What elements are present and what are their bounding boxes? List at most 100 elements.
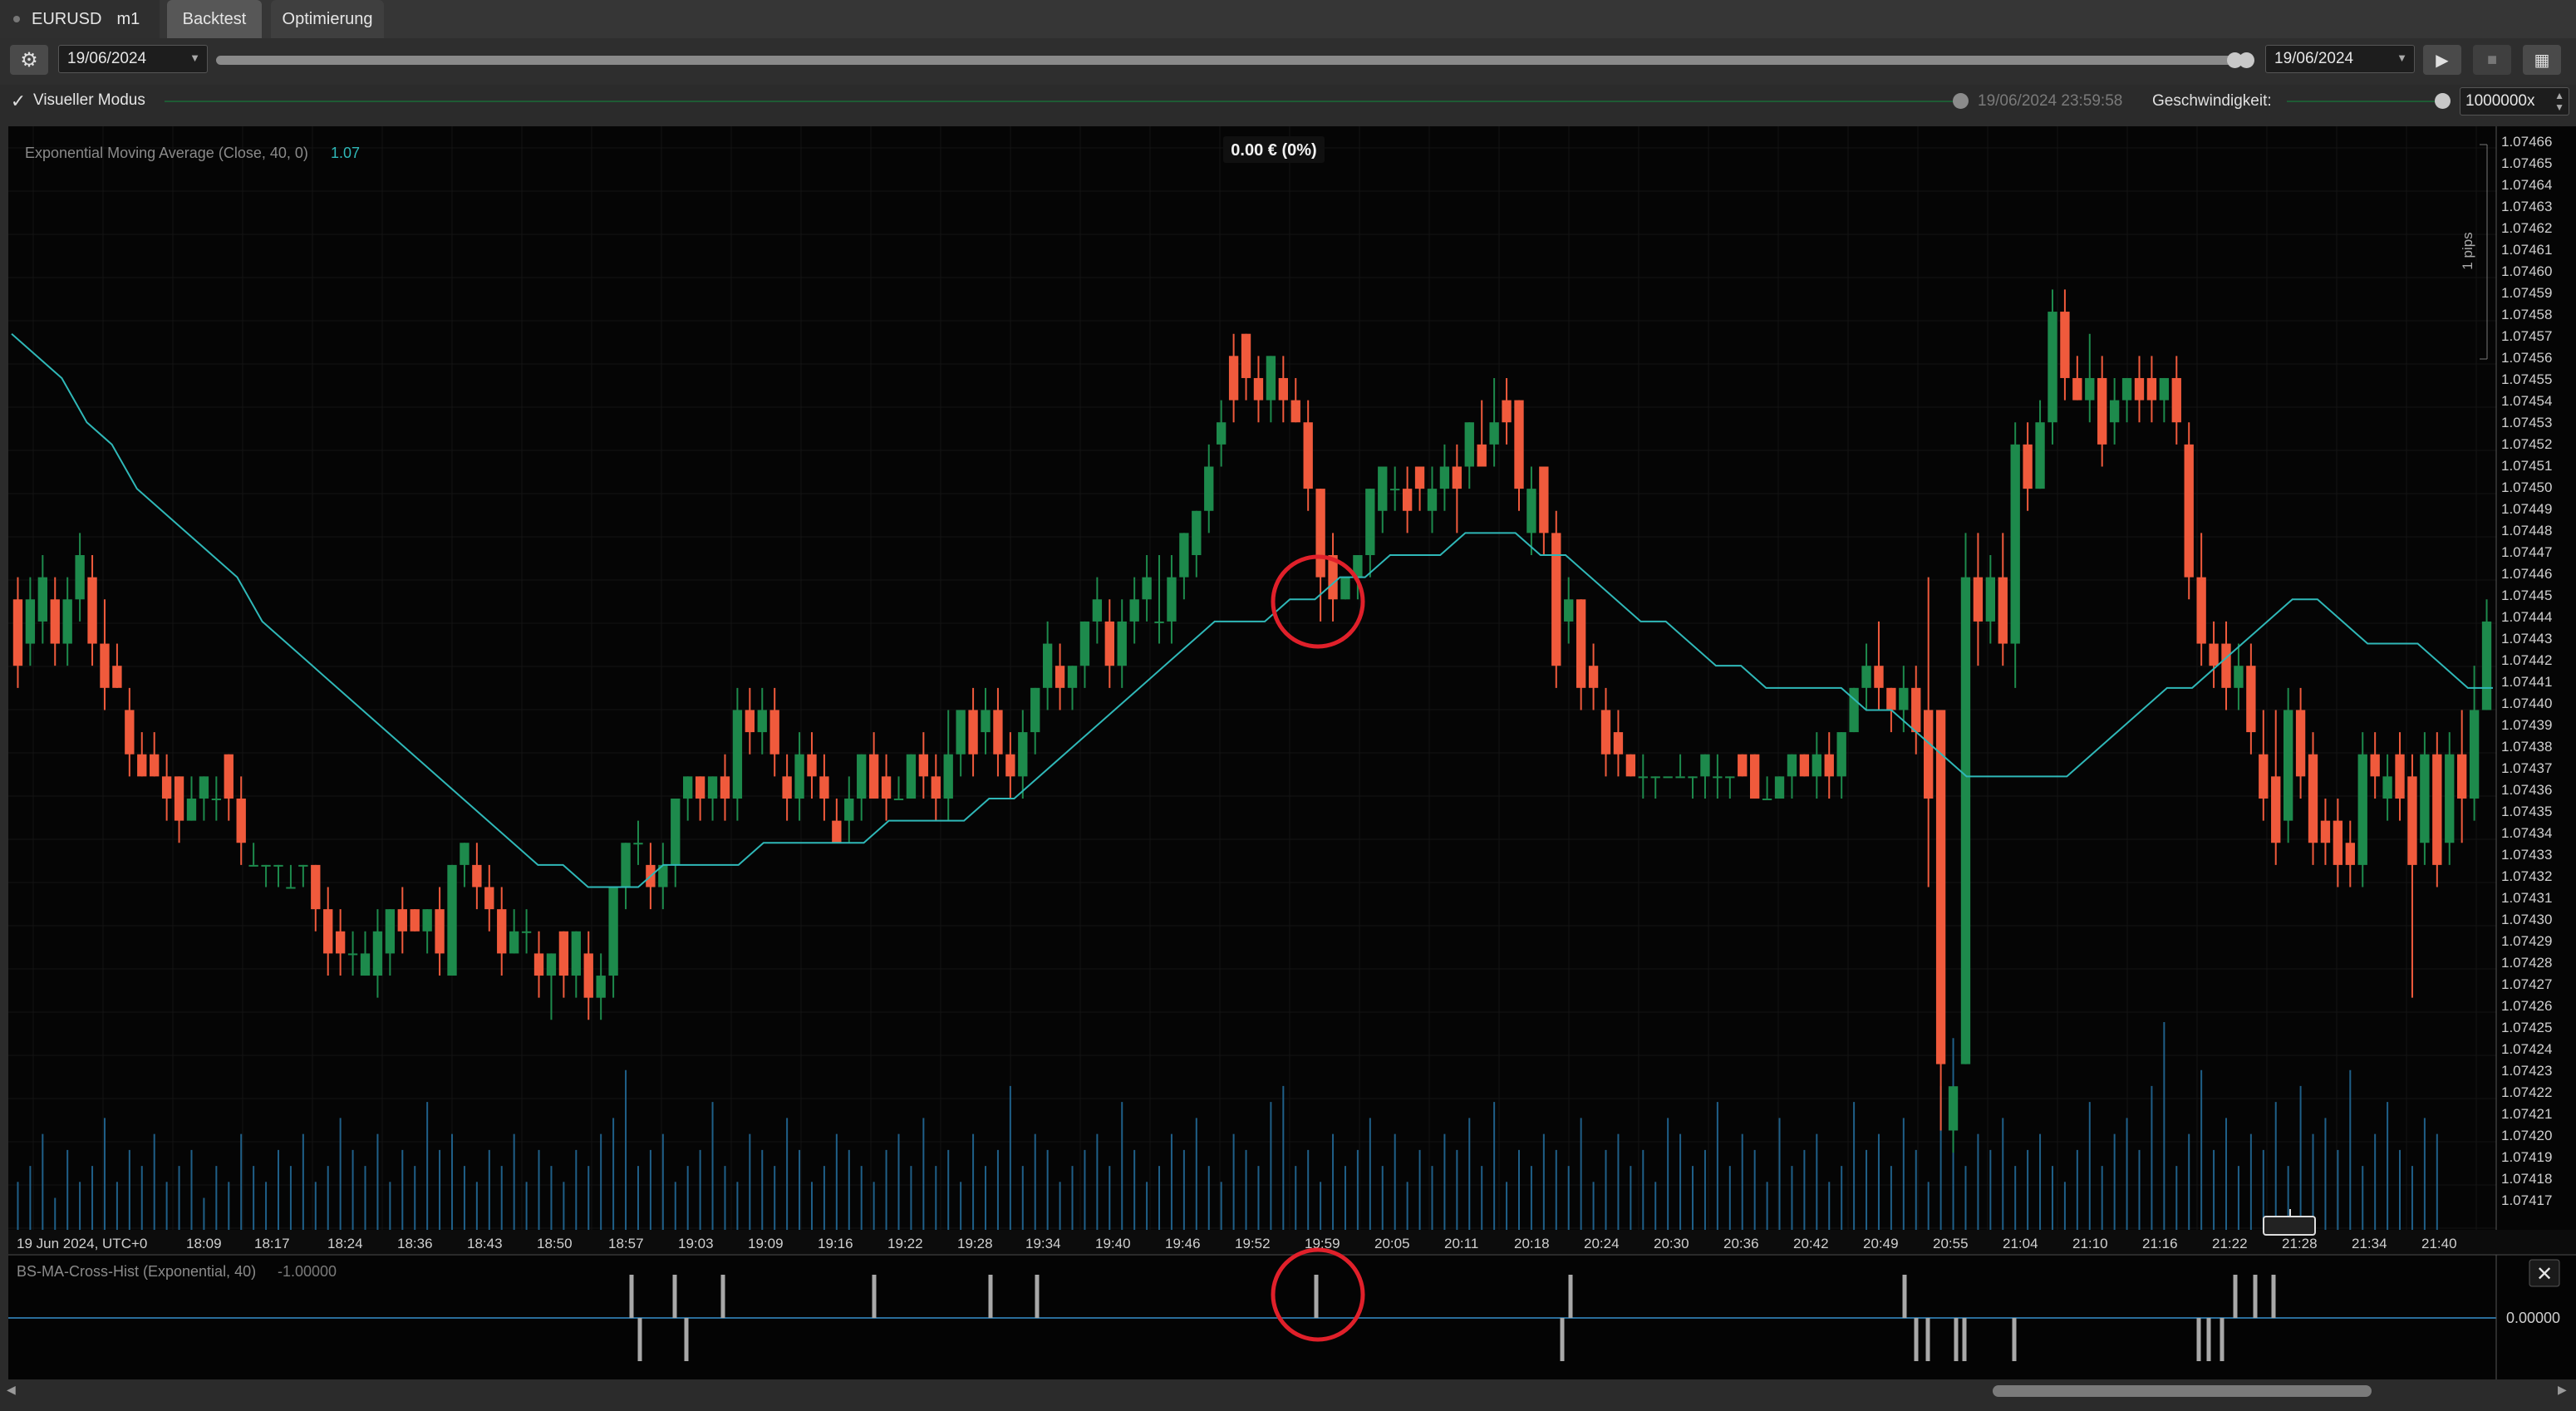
candle-body [37, 577, 47, 622]
candle-body [1266, 356, 1276, 401]
range-end-handle[interactable] [2239, 52, 2254, 68]
candle-body [460, 843, 469, 865]
candle-body [1663, 776, 1673, 779]
candle-body [2134, 377, 2145, 401]
candle-body [1700, 754, 1710, 777]
candle-body [2295, 710, 2306, 777]
candle-body [2320, 820, 2331, 843]
start-date-value: 19/06/2024 [67, 50, 147, 67]
candle-body [1812, 754, 1821, 777]
candle-body [2457, 754, 2467, 799]
candle-body [732, 710, 743, 799]
candle-body [2370, 754, 2380, 777]
candle-body [137, 754, 147, 777]
scroll-right-icon[interactable]: ▶ [2558, 1383, 2567, 1397]
price-label: 1.07445 [2501, 588, 2552, 603]
candle-body [671, 798, 681, 865]
candle-body [2121, 377, 2132, 401]
candle-body [819, 776, 829, 799]
candle-body [1738, 754, 1748, 777]
price-label: 1.07426 [2501, 998, 2552, 1014]
candle-body [484, 887, 494, 910]
price-label: 1.07442 [2501, 652, 2552, 668]
chart-area[interactable]: Exponential Moving Average (Close, 40, 0… [0, 126, 2576, 1396]
end-date-picker[interactable]: 19/06/2024 ▼ [2265, 45, 2415, 73]
candle-body [1886, 687, 1896, 710]
price-label: 1.07455 [2501, 371, 2552, 387]
price-label: 1.07424 [2501, 1041, 2552, 1057]
date-range-slider-track[interactable] [216, 56, 2254, 65]
tab-optimization[interactable]: Optimierung [271, 0, 384, 38]
candle-body [2445, 754, 2455, 843]
candle-body [1861, 666, 1871, 688]
price-label: 1.07464 [2501, 177, 2552, 193]
price-label: 1.07433 [2501, 847, 2552, 863]
speed-slider-handle[interactable] [2435, 93, 2451, 109]
candle-body [2308, 754, 2318, 843]
close-icon[interactable]: ✕ [2536, 1262, 2553, 1286]
time-label: 18:36 [397, 1236, 433, 1251]
candle-body [2333, 820, 2343, 865]
price-chart[interactable]: Exponential Moving Average (Close, 40, 0… [0, 126, 2576, 1379]
price-label: 1.07462 [2501, 220, 2552, 236]
progress-handle[interactable] [1953, 93, 1969, 109]
candle-body [1402, 489, 1413, 511]
candle-body [1600, 710, 1611, 755]
status-dot-icon [13, 16, 20, 22]
candle-body [1439, 466, 1450, 489]
play-button[interactable]: ▶ [2423, 45, 2461, 75]
tab-backtest[interactable]: Backtest [167, 0, 262, 38]
time-label: 21:34 [2352, 1236, 2387, 1251]
scrollbar-thumb[interactable] [1993, 1385, 2372, 1397]
candle-body [707, 776, 718, 799]
spinner-icon[interactable]: ▲ ▼ [2554, 90, 2564, 113]
price-label: 1.07452 [2501, 436, 2552, 452]
candle-body [1551, 533, 1561, 666]
candle-body [769, 710, 779, 755]
candle-body [1390, 489, 1400, 491]
price-label: 1.07446 [2501, 566, 2552, 582]
visual-mode-checkbox[interactable]: ✓ [10, 91, 27, 111]
start-date-picker[interactable]: 19/06/2024 ▼ [58, 45, 208, 73]
candle-body [546, 953, 557, 976]
price-label: 1.07432 [2501, 868, 2552, 884]
end-date-value: 19/06/2024 [2274, 50, 2354, 67]
candle-body [1514, 400, 1524, 489]
speed-slider-track[interactable] [2287, 101, 2436, 102]
candle-body [1278, 377, 1288, 401]
candle-body [2072, 377, 2082, 401]
candle-body [1749, 754, 1760, 799]
speed-input[interactable]: 1000000x ▲ ▼ [2460, 87, 2569, 116]
candle-body [782, 776, 792, 799]
price-label: 1.07443 [2501, 631, 2552, 647]
price-label: 1.07441 [2501, 674, 2552, 690]
candle-body [596, 976, 606, 998]
calendar-button[interactable]: ▦ [2523, 45, 2561, 75]
stop-button[interactable]: ■ [2473, 45, 2511, 75]
candle-body [261, 864, 271, 867]
candle-body [1899, 687, 1909, 710]
price-label: 1.07422 [2501, 1084, 2552, 1100]
candle-body [1378, 466, 1388, 511]
price-label: 1.07425 [2501, 1020, 2552, 1035]
candle-body [1489, 422, 1499, 445]
price-label: 1.07450 [2501, 479, 2552, 495]
price-label: 1.07431 [2501, 890, 2552, 906]
settings-button[interactable]: ⚙ [10, 45, 48, 75]
candle-body [1167, 577, 1177, 622]
candle-body [1005, 754, 1015, 777]
price-label: 1.07417 [2501, 1192, 2552, 1208]
scroll-left-icon[interactable]: ◀ [7, 1383, 16, 1397]
candle-body [1787, 754, 1797, 777]
candle-body [1104, 621, 1114, 666]
scroll-marker[interactable] [2263, 1216, 2316, 1236]
candle-body [1539, 466, 1549, 533]
candle-body [1129, 599, 1139, 622]
candle-body [1713, 776, 1723, 779]
candle-body [1117, 621, 1127, 666]
time-label: 18:17 [254, 1236, 290, 1251]
price-label: 1.07418 [2501, 1171, 2552, 1187]
subchart-value: -1.00000 [278, 1263, 337, 1280]
time-label: 19:03 [678, 1236, 714, 1251]
tab-symbol[interactable]: EURUSD m1 [0, 0, 160, 38]
